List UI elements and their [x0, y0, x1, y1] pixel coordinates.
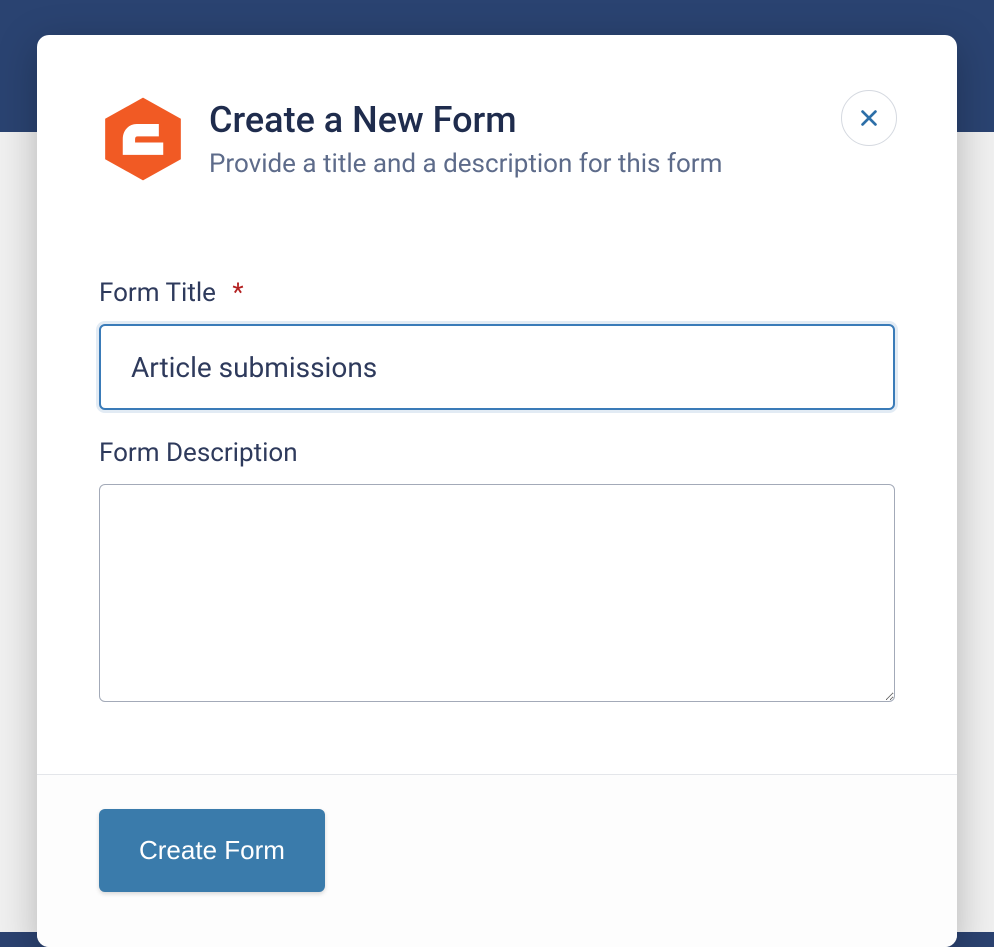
form-title-input[interactable] [99, 324, 895, 410]
gravity-forms-logo-icon [99, 95, 187, 183]
modal-subtitle: Provide a title and a description for th… [209, 149, 895, 179]
form-title-label: Form Title * [99, 278, 895, 308]
modal-header: Create a New Form Provide a title and a … [37, 35, 957, 183]
modal-body: Form Title * Form Description [37, 183, 957, 774]
form-description-textarea[interactable] [99, 484, 895, 702]
form-description-field-group: Form Description [99, 438, 895, 706]
create-form-modal: Create a New Form Provide a title and a … [37, 35, 957, 947]
required-indicator: * [232, 278, 243, 308]
modal-header-text: Create a New Form Provide a title and a … [209, 95, 895, 179]
modal-footer: Create Form [37, 774, 957, 947]
modal-title: Create a New Form [209, 99, 895, 141]
close-icon [858, 107, 880, 129]
form-title-field-group: Form Title * [99, 278, 895, 410]
close-button[interactable] [841, 90, 897, 146]
form-title-label-text: Form Title [99, 278, 216, 308]
create-form-button[interactable]: Create Form [99, 809, 325, 892]
form-description-label: Form Description [99, 438, 895, 468]
